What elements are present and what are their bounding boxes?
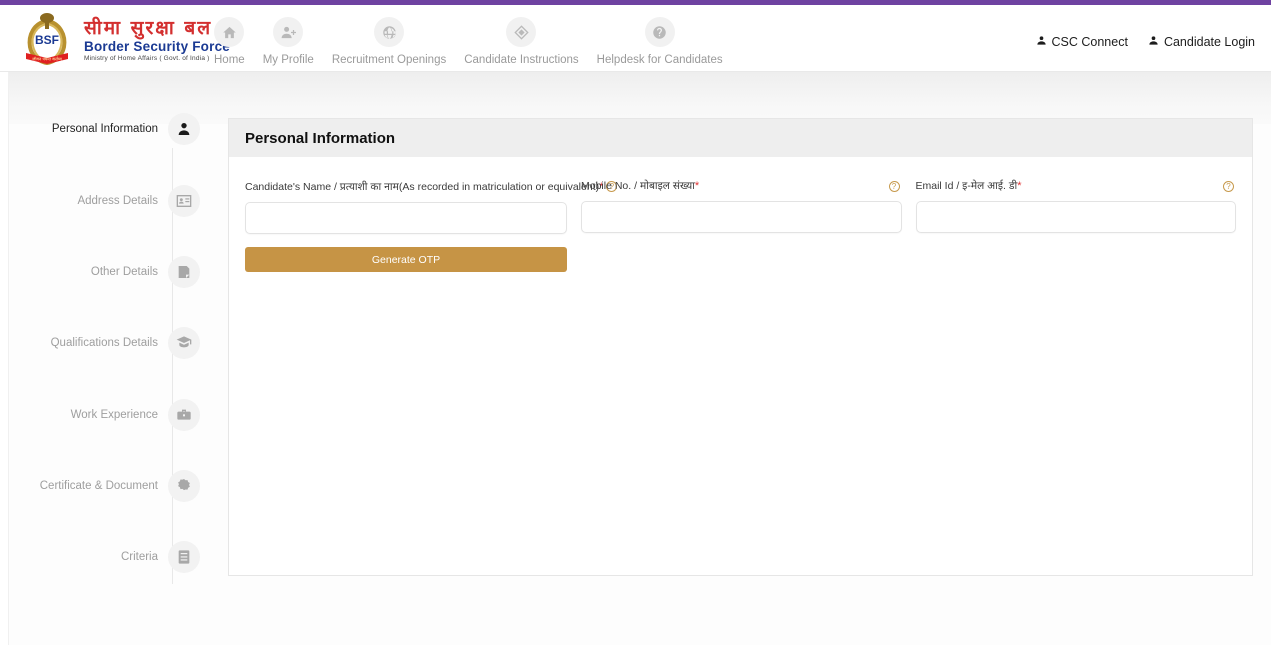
candidate-login-link[interactable]: Candidate Login bbox=[1148, 35, 1255, 49]
question-circle-icon bbox=[644, 17, 675, 47]
sidebar-item-label: Personal Information bbox=[51, 123, 158, 135]
required-asterisk: * bbox=[1017, 180, 1022, 192]
sidebar-item-work-experience[interactable]: Work Experience bbox=[40, 394, 200, 436]
nav-item-my-profile[interactable]: My Profile bbox=[254, 17, 323, 66]
generate-otp-button[interactable]: Generate OTP bbox=[245, 247, 567, 272]
globe-icon bbox=[374, 17, 405, 47]
nav-item-recruitment-openings[interactable]: Recruitment Openings bbox=[323, 17, 455, 66]
main-navigation: Home My Profile Recruitment Openings Can… bbox=[205, 17, 732, 66]
personal-information-card: Personal Information Candidate's Name / … bbox=[228, 118, 1253, 576]
personal-info-form-row: Candidate's Name / प्रत्याशी का नाम(As r… bbox=[245, 181, 1236, 234]
profile-stepper-sidebar: Personal Information Address Details Oth… bbox=[40, 108, 200, 588]
nav-item-label: Recruitment Openings bbox=[331, 54, 447, 66]
nav-item-label: Helpdesk for Candidates bbox=[596, 54, 723, 66]
user-icon bbox=[1036, 35, 1047, 49]
sidebar-item-label: Qualifications Details bbox=[50, 337, 158, 349]
sidebar-item-certificate-and-document[interactable]: Certificate & Document bbox=[40, 465, 200, 507]
candidate-name-label: Candidate's Name / प्रत्याशी का नाम(As r… bbox=[245, 181, 618, 193]
nav-item-label: Candidate Instructions bbox=[464, 54, 579, 66]
sidebar-item-label: Criteria bbox=[120, 551, 158, 563]
card-header: Personal Information bbox=[229, 119, 1252, 157]
candidate-name-field-group: Candidate's Name / प्रत्याशी का नाम(As r… bbox=[245, 181, 618, 234]
note-icon bbox=[168, 256, 200, 288]
left-rail bbox=[0, 72, 9, 645]
candidate-name-label-text: Candidate's Name / प्रत्याशी का नाम(As r… bbox=[245, 181, 600, 193]
email-id-label-text: Email Id / इ-मेल आई. डी bbox=[915, 180, 1018, 192]
card-body: Candidate's Name / प्रत्याशी का नाम(As r… bbox=[229, 157, 1252, 272]
user-icon bbox=[1148, 35, 1159, 49]
nav-item-helpdesk-for-candidates[interactable]: Helpdesk for Candidates bbox=[588, 17, 732, 66]
briefcase-icon bbox=[168, 399, 200, 431]
svg-text:BSF: BSF bbox=[35, 33, 59, 47]
required-asterisk: * bbox=[694, 180, 700, 192]
diamond-icon bbox=[506, 17, 537, 47]
bsf-emblem-icon: BSF जीवन पर्यन्त कर्तव्य bbox=[18, 11, 76, 69]
header-links: CSC Connect Candidate Login bbox=[1036, 35, 1255, 49]
home-icon bbox=[214, 17, 245, 47]
csc-connect-link[interactable]: CSC Connect bbox=[1036, 35, 1128, 49]
candidate-name-input[interactable] bbox=[245, 202, 567, 234]
nav-item-home[interactable]: Home bbox=[205, 17, 254, 66]
mobile-number-label-text: Mobile No. / मोबाइल संख्या bbox=[581, 180, 695, 192]
nav-item-label: My Profile bbox=[262, 54, 314, 66]
brand-logo[interactable]: BSF जीवन पर्यन्त कर्तव्य सीमा सुरक्षा बल… bbox=[18, 11, 230, 69]
email-id-label: Email Id / इ-मेल आई. डी* bbox=[916, 181, 1237, 192]
sidebar-item-address-details[interactable]: Address Details bbox=[40, 180, 200, 222]
site-header: BSF जीवन पर्यन्त कर्तव्य सीमा सुरक्षा बल… bbox=[0, 5, 1271, 72]
nav-item-label: Home bbox=[214, 54, 245, 66]
sidebar-item-other-details[interactable]: Other Details bbox=[40, 251, 200, 293]
question-circle-icon[interactable]: ? bbox=[1223, 181, 1234, 192]
certificate-icon bbox=[168, 470, 200, 502]
sidebar-item-label: Certificate & Document bbox=[39, 480, 158, 492]
page-title: Personal Information bbox=[245, 129, 396, 147]
sidebar-item-label: Other Details bbox=[90, 266, 158, 278]
book-icon bbox=[168, 541, 200, 573]
nav-item-candidate-instructions[interactable]: Candidate Instructions bbox=[455, 17, 587, 66]
id-card-icon bbox=[168, 185, 200, 217]
header-link-label: Candidate Login bbox=[1163, 35, 1255, 49]
mobile-number-input[interactable] bbox=[581, 201, 902, 233]
sidebar-item-personal-information[interactable]: Personal Information bbox=[40, 108, 200, 150]
mobile-number-label: Mobile No. / मोबाइल संख्या* bbox=[581, 181, 902, 192]
header-link-label: CSC Connect bbox=[1051, 35, 1128, 49]
sidebar-item-criteria[interactable]: Criteria bbox=[40, 536, 200, 578]
svg-text:जीवन पर्यन्त कर्तव्य: जीवन पर्यन्त कर्तव्य bbox=[32, 57, 62, 62]
sidebar-item-qualifications-details[interactable]: Qualifications Details bbox=[40, 322, 200, 364]
question-circle-icon[interactable]: ? bbox=[888, 181, 900, 192]
email-id-field-group: Email Id / इ-मेल आई. डी* ? bbox=[915, 181, 1237, 234]
mobile-number-field-group: Mobile No. / मोबाइल संख्या* ? bbox=[581, 181, 902, 234]
email-id-input[interactable] bbox=[915, 201, 1236, 233]
user-icon bbox=[168, 113, 200, 145]
user-plus-icon bbox=[273, 17, 304, 47]
sidebar-item-label: Work Experience bbox=[70, 409, 158, 421]
graduation-cap-icon bbox=[168, 327, 200, 359]
sidebar-item-label: Address Details bbox=[77, 195, 158, 207]
